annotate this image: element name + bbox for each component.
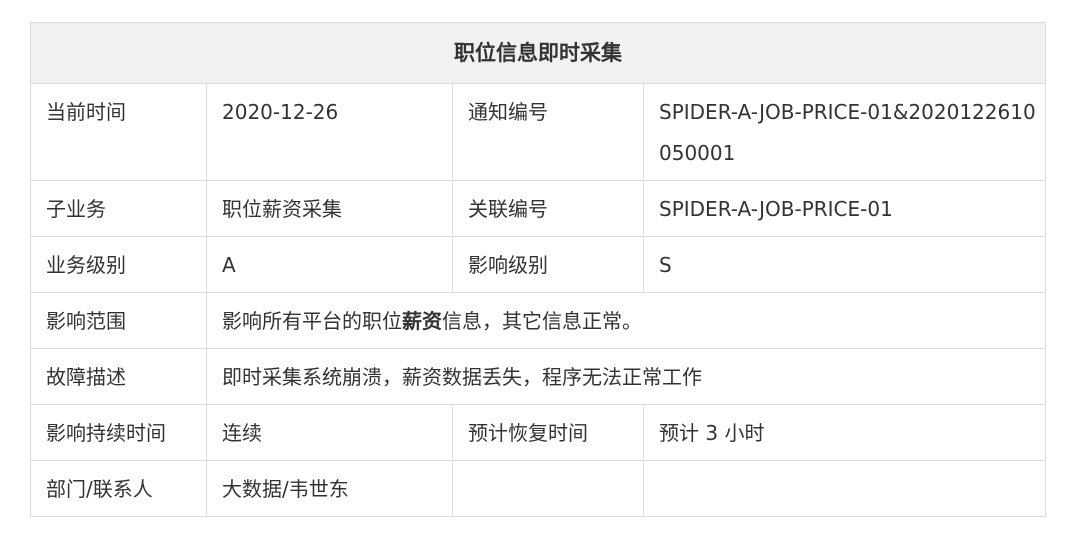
impact-scope-text-post: 信息，其它信息正常。 [442, 309, 642, 333]
label-notice-id: 通知编号 [452, 83, 644, 181]
label-department-contact: 部门/联系人 [30, 460, 207, 517]
empty-cell [452, 460, 644, 517]
value-impact-scope: 影响所有平台的职位薪资信息，其它信息正常。 [206, 292, 1046, 349]
value-sub-business: 职位薪资采集 [206, 180, 453, 237]
table-row: 部门/联系人 大数据/韦世东 [30, 460, 1046, 517]
label-sub-business: 子业务 [30, 180, 207, 237]
value-business-level: A [206, 236, 453, 293]
value-department-contact: 大数据/韦世东 [206, 460, 453, 517]
label-related-id: 关联编号 [452, 180, 644, 237]
incident-table-container: 职位信息即时采集 当前时间 2020-12-26 通知编号 SPIDER-A-J… [30, 22, 1046, 517]
value-impact-level: S [643, 236, 1046, 293]
table-row: 当前时间 2020-12-26 通知编号 SPIDER-A-JOB-PRICE-… [30, 83, 1046, 181]
value-related-id: SPIDER-A-JOB-PRICE-01 [643, 180, 1046, 237]
label-estimated-recovery: 预计恢复时间 [452, 404, 644, 461]
label-impact-level: 影响级别 [452, 236, 644, 293]
value-current-time: 2020-12-26 [206, 83, 453, 181]
table-title: 职位信息即时采集 [30, 22, 1046, 84]
table-row: 子业务 职位薪资采集 关联编号 SPIDER-A-JOB-PRICE-01 [30, 180, 1046, 237]
table-row: 影响持续时间 连续 预计恢复时间 预计 3 小时 [30, 404, 1046, 461]
incident-table: 职位信息即时采集 当前时间 2020-12-26 通知编号 SPIDER-A-J… [30, 22, 1046, 517]
value-estimated-recovery: 预计 3 小时 [643, 404, 1046, 461]
table-row: 业务级别 A 影响级别 S [30, 236, 1046, 293]
label-current-time: 当前时间 [30, 83, 207, 181]
table-row: 影响范围 影响所有平台的职位薪资信息，其它信息正常。 [30, 292, 1046, 349]
value-notice-id: SPIDER-A-JOB-PRICE-01&2020122610050001 [643, 83, 1046, 181]
label-impact-scope: 影响范围 [30, 292, 207, 349]
impact-scope-text-pre: 影响所有平台的职位 [222, 309, 402, 333]
value-impact-duration: 连续 [206, 404, 453, 461]
impact-scope-text-bold: 薪资 [402, 309, 442, 333]
table-row: 故障描述 即时采集系统崩溃，薪资数据丢失，程序无法正常工作 [30, 348, 1046, 405]
value-fault-description: 即时采集系统崩溃，薪资数据丢失，程序无法正常工作 [206, 348, 1046, 405]
label-business-level: 业务级别 [30, 236, 207, 293]
empty-cell [643, 460, 1046, 517]
label-impact-duration: 影响持续时间 [30, 404, 207, 461]
label-fault-description: 故障描述 [30, 348, 207, 405]
